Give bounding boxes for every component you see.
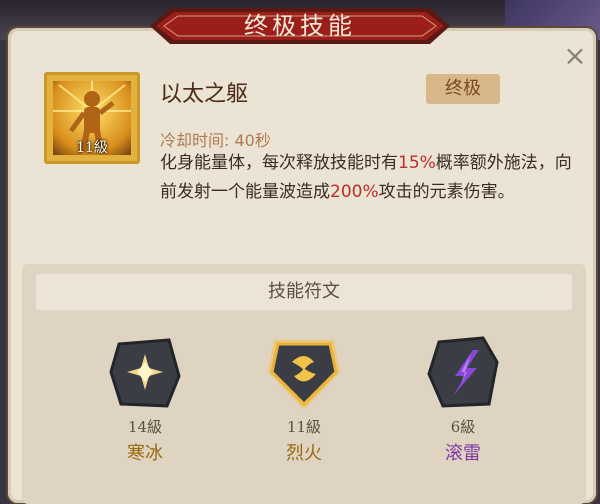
rune-fire[interactable]: 11級 烈火	[249, 332, 359, 465]
cooldown-text: 冷却时间: 40秒	[160, 131, 271, 150]
desc-highlight-2: 200%	[330, 182, 379, 202]
rune-name: 寒冰	[127, 443, 163, 464]
page-title: 终极技能	[244, 12, 356, 40]
desc-part-3: 攻击的元素伤害。	[378, 182, 515, 202]
rune-thunder[interactable]: 6級 滚雷	[408, 332, 518, 465]
header-banner: 终极技能	[150, 4, 450, 48]
rune-ice[interactable]: 14級 寒冰	[90, 332, 200, 465]
desc-part-1: 化身能量体，每次释放技能时有	[160, 153, 398, 173]
rune-level: 11級	[286, 418, 322, 436]
rune-level: 14級	[127, 418, 163, 436]
desc-highlight-1: 15%	[398, 153, 436, 173]
fire-swirl-icon	[264, 332, 344, 412]
skill-description: 化身能量体，每次释放技能时有15%概率额外施法，向前发射一个能量波造成200%攻…	[160, 149, 580, 207]
skill-name: 以太之躯	[160, 82, 249, 107]
rune-level: 6級	[450, 418, 476, 436]
ultimate-badge: 终极	[426, 74, 500, 104]
rune-name: 烈火	[286, 443, 322, 464]
ice-star-icon	[105, 332, 185, 412]
rune-name: 滚雷	[445, 443, 481, 464]
close-icon[interactable]: ×	[561, 42, 589, 70]
skill-level: 11級	[76, 140, 108, 156]
skill-icon: 11級	[44, 72, 140, 164]
thunder-icon	[423, 332, 503, 412]
rune-section-title: 技能符文	[36, 274, 572, 310]
rune-section: 技能符文 14級 寒冰 11級 烈火 6級 滚雷	[22, 264, 586, 504]
